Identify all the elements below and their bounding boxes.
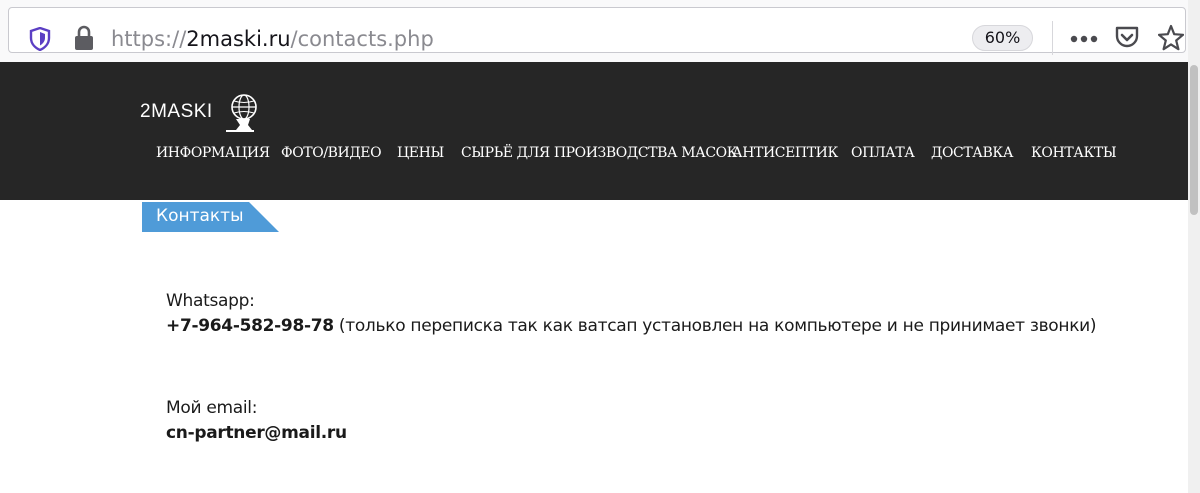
zoom-level-button[interactable]: 60% (972, 25, 1033, 51)
page-actions-menu-icon[interactable] (1070, 35, 1098, 43)
phone-number[interactable]: +7-964-582-98-78 (166, 316, 334, 336)
email-address[interactable]: cn-partner@mail.ru (166, 421, 347, 446)
email-label: Мой email: (166, 398, 258, 418)
nav-item-payment[interactable]: ОПЛАТА (851, 145, 915, 161)
nav-item-antiseptic[interactable]: АНТИСЕПТИК (732, 145, 838, 161)
globe-logo-icon (226, 94, 257, 132)
scrollbar[interactable] (1188, 62, 1200, 493)
url-scheme: https:// (111, 27, 187, 51)
url-text[interactable]: https://2maski.ru/contacts.php (111, 25, 434, 53)
section-tag: Контакты (142, 202, 279, 232)
lock-icon[interactable] (74, 25, 94, 51)
logo-text: 2MASKI (140, 101, 213, 122)
address-bar[interactable]: https://2maski.ru/contacts.php 60% (8, 7, 1186, 55)
toolbar-divider (1052, 21, 1053, 55)
nav-item-photo-video[interactable]: ФОТО/ВИДЕО (281, 145, 382, 161)
section-tag-label: Контакты (156, 206, 244, 226)
nav-item-delivery[interactable]: ДОСТАВКА (931, 145, 1013, 161)
phone-note: (только переписка так как ватсап установ… (333, 316, 1097, 336)
scrollbar-thumb[interactable] (1190, 65, 1198, 215)
whatsapp-label: Whatsapp: (166, 291, 255, 311)
browser-toolbar: https://2maski.ru/contacts.php 60% (0, 0, 1200, 62)
url-host: 2maski.ru (186, 27, 291, 51)
site-header: 2MASKI ИНФОРМАЦИЯ ФОТО/ВИДЕО ЦЕНЫ СЫРЬЁ … (0, 62, 1200, 200)
pocket-icon[interactable] (1114, 25, 1140, 51)
site-logo[interactable]: 2MASKI (140, 92, 270, 134)
url-path: /contacts.php (290, 27, 434, 51)
whatsapp-contact: +7-964-582-98-78 (только переписка так к… (166, 314, 1097, 339)
bookmark-star-icon[interactable] (1158, 24, 1184, 52)
nav-item-prices[interactable]: ЦЕНЫ (397, 145, 444, 161)
nav-item-information[interactable]: ИНФОРМАЦИЯ (156, 145, 270, 161)
nav-item-raw-materials[interactable]: СЫРЬЁ ДЛЯ ПРОИЗВОДСТВА МАСОК (461, 145, 738, 161)
nav-item-contacts[interactable]: КОНТАКТЫ (1031, 145, 1117, 161)
tracking-protection-shield-icon[interactable] (29, 27, 51, 51)
toolbar-edge (1188, 0, 1200, 62)
